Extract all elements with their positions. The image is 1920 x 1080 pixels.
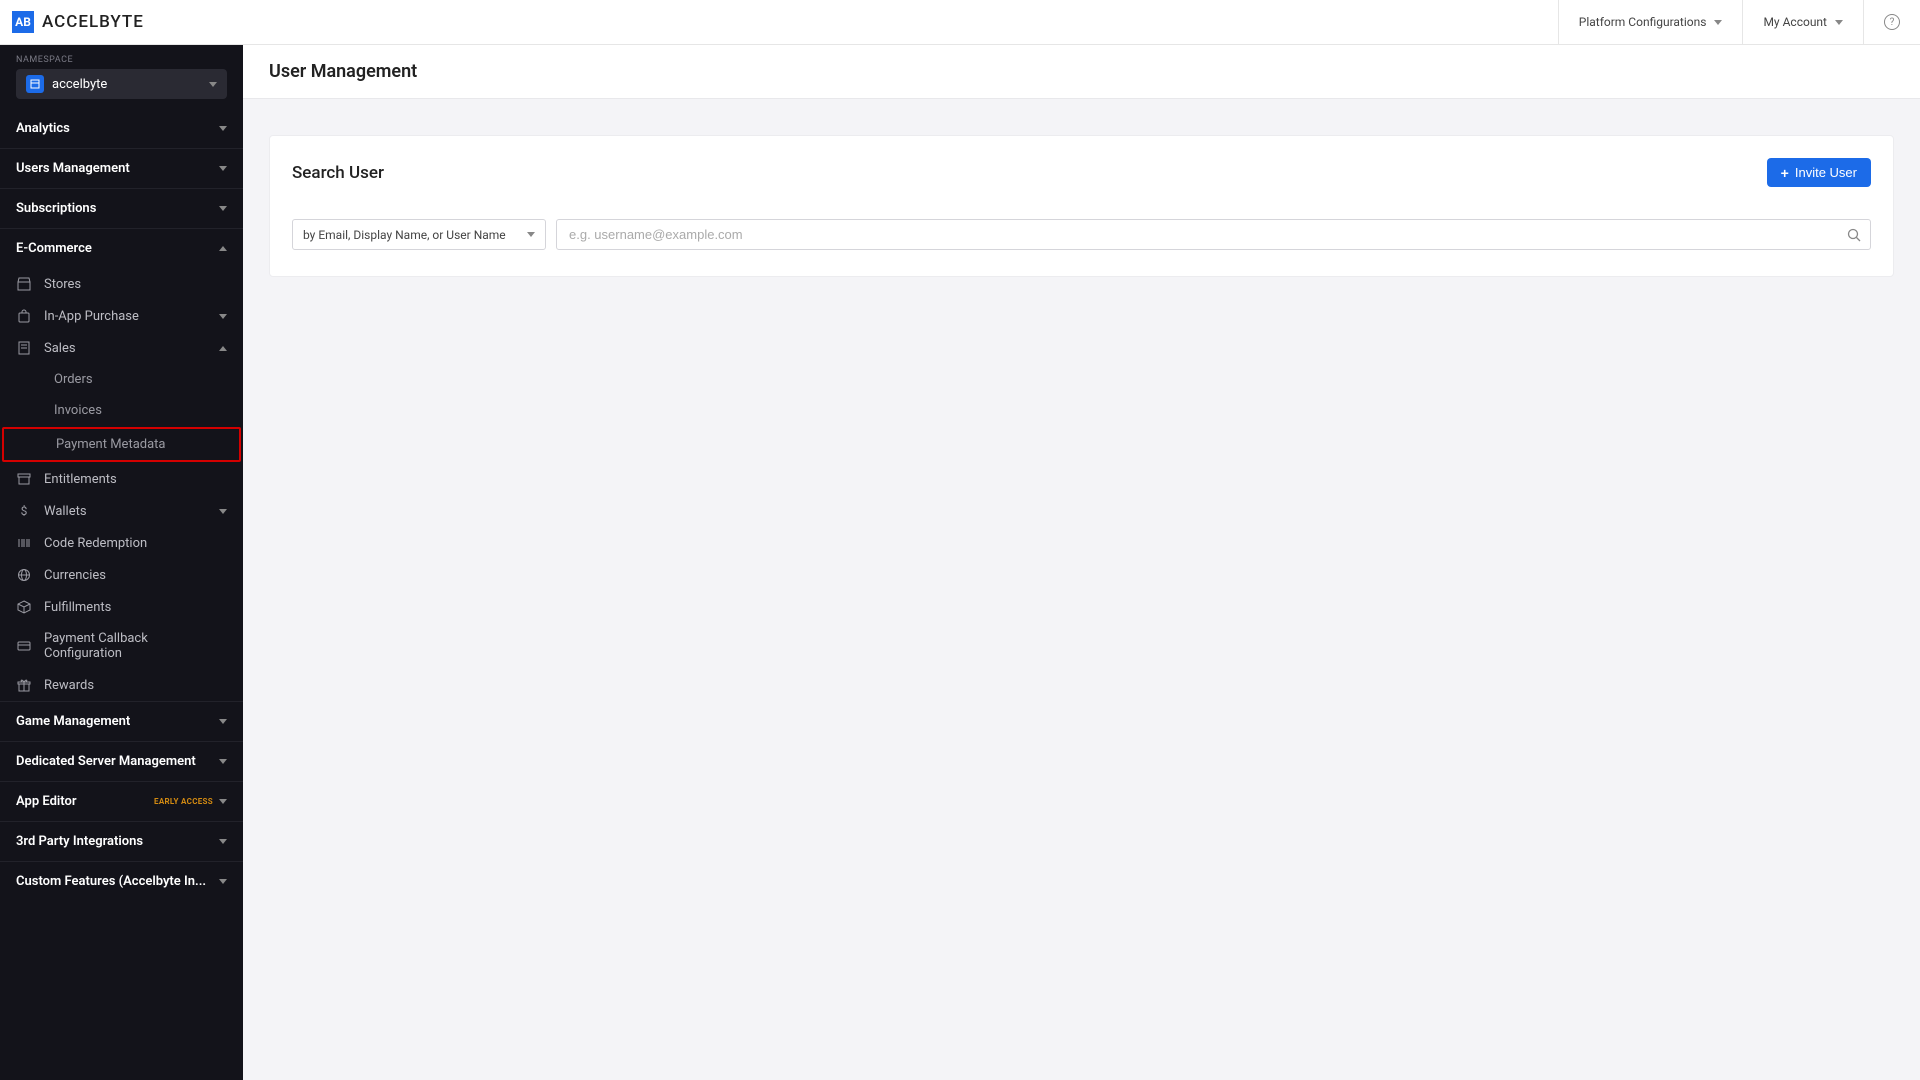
search-type-select[interactable]: by Email, Display Name, or User Name bbox=[292, 219, 546, 250]
sidebar-item-label: Sales bbox=[44, 341, 207, 356]
sidebar-item-sales[interactable]: Sales bbox=[0, 332, 243, 364]
globe-icon bbox=[16, 567, 32, 583]
namespace-icon bbox=[26, 75, 44, 93]
gift-icon bbox=[16, 677, 32, 693]
plus-icon: + bbox=[1781, 166, 1789, 180]
search-input[interactable] bbox=[556, 219, 1871, 250]
chevron-down-icon bbox=[219, 799, 227, 804]
store-icon bbox=[16, 276, 32, 292]
sidebar-item-rewards[interactable]: Rewards bbox=[0, 669, 243, 701]
main-content: User Management Search User + Invite Use… bbox=[243, 45, 1920, 1080]
sidebar-section-game-management[interactable]: Game Management bbox=[0, 701, 243, 741]
my-account-label: My Account bbox=[1763, 15, 1827, 29]
sidebar-item-stores[interactable]: Stores bbox=[0, 268, 243, 300]
chevron-down-icon bbox=[219, 759, 227, 764]
sidebar-section-analytics[interactable]: Analytics bbox=[0, 109, 243, 148]
brand-name: ACCELBYTE bbox=[42, 12, 144, 32]
namespace-value: accelbyte bbox=[52, 77, 201, 92]
card-title: Search User bbox=[292, 163, 1767, 183]
help-button[interactable]: ? bbox=[1863, 0, 1920, 44]
early-access-badge: EARLY ACCESS bbox=[154, 797, 213, 806]
sidebar-section-label: Users Management bbox=[16, 161, 219, 176]
namespace-heading: NAMESPACE bbox=[0, 45, 243, 69]
topbar: AB ACCELBYTE Platform Configurations My … bbox=[0, 0, 1920, 45]
sidebar-item-entitlements[interactable]: Entitlements bbox=[0, 463, 243, 495]
chevron-up-icon bbox=[219, 246, 227, 251]
sidebar-item-currencies[interactable]: Currencies bbox=[0, 559, 243, 591]
chevron-down-icon bbox=[1714, 20, 1722, 25]
sidebar-item-label: Payment Callback Configuration bbox=[44, 631, 227, 661]
platform-configurations-label: Platform Configurations bbox=[1579, 15, 1707, 29]
sidebar-item-label: Rewards bbox=[44, 678, 227, 693]
card-icon bbox=[16, 638, 32, 654]
page-title: User Management bbox=[243, 45, 1920, 99]
help-icon: ? bbox=[1884, 14, 1900, 30]
sidebar-section-dedicated-server[interactable]: Dedicated Server Management bbox=[0, 741, 243, 781]
svg-text:$: $ bbox=[21, 504, 28, 518]
sidebar-section-label: Subscriptions bbox=[16, 201, 219, 216]
sidebar-item-label: Code Redemption bbox=[44, 536, 227, 551]
bag-icon bbox=[16, 308, 32, 324]
archive-icon bbox=[16, 471, 32, 487]
sidebar-item-payment-callback[interactable]: Payment Callback Configuration bbox=[0, 623, 243, 669]
invite-user-label: Invite User bbox=[1795, 165, 1857, 180]
platform-configurations-menu[interactable]: Platform Configurations bbox=[1558, 0, 1743, 44]
sidebar-item-code-redemption[interactable]: Code Redemption bbox=[0, 527, 243, 559]
sidebar-subitem-orders[interactable]: Orders bbox=[0, 364, 243, 395]
chevron-down-icon bbox=[219, 719, 227, 724]
sidebar-section-label: Dedicated Server Management bbox=[16, 754, 219, 769]
chevron-down-icon bbox=[219, 879, 227, 884]
my-account-menu[interactable]: My Account bbox=[1742, 0, 1863, 44]
barcode-icon bbox=[16, 535, 32, 551]
sidebar-item-wallets[interactable]: $ Wallets bbox=[0, 495, 243, 527]
chevron-down-icon bbox=[1835, 20, 1843, 25]
sidebar-section-third-party[interactable]: 3rd Party Integrations bbox=[0, 821, 243, 861]
namespace-selector[interactable]: accelbyte bbox=[16, 69, 227, 99]
sidebar-section-subscriptions[interactable]: Subscriptions bbox=[0, 188, 243, 228]
sidebar-section-label: 3rd Party Integrations bbox=[16, 834, 219, 849]
sidebar-item-label: Wallets bbox=[44, 504, 207, 519]
invite-user-button[interactable]: + Invite User bbox=[1767, 158, 1871, 187]
search-icon[interactable] bbox=[1847, 228, 1861, 242]
chevron-down-icon bbox=[527, 232, 535, 237]
chevron-down-icon bbox=[219, 166, 227, 171]
search-user-card: Search User + Invite User by Email, Disp… bbox=[269, 135, 1894, 277]
sidebar-section-ecommerce[interactable]: E-Commerce bbox=[0, 228, 243, 268]
chevron-up-icon bbox=[219, 346, 227, 351]
sidebar-section-custom-features[interactable]: Custom Features (Accelbyte In... bbox=[0, 861, 243, 901]
chevron-down-icon bbox=[219, 126, 227, 131]
search-type-selected: by Email, Display Name, or User Name bbox=[303, 228, 527, 242]
document-icon bbox=[16, 340, 32, 356]
box-icon bbox=[16, 599, 32, 615]
sidebar-section-label: Analytics bbox=[16, 121, 219, 136]
sidebar-item-label: Stores bbox=[44, 277, 227, 292]
sidebar-item-label: In-App Purchase bbox=[44, 309, 207, 324]
sidebar-item-in-app-purchase[interactable]: In-App Purchase bbox=[0, 300, 243, 332]
sidebar-item-label: Entitlements bbox=[44, 472, 227, 487]
dollar-icon: $ bbox=[16, 503, 32, 519]
sidebar-subitem-payment-metadata[interactable]: Payment Metadata bbox=[2, 427, 241, 462]
sidebar-item-fulfillments[interactable]: Fulfillments bbox=[0, 591, 243, 623]
chevron-down-icon bbox=[219, 206, 227, 211]
brand-logo-icon: AB bbox=[12, 11, 34, 33]
sidebar-section-label: App Editor bbox=[16, 794, 154, 809]
sidebar-section-label: E-Commerce bbox=[16, 241, 219, 256]
sidebar-section-users-management[interactable]: Users Management bbox=[0, 148, 243, 188]
sidebar-item-label: Fulfillments bbox=[44, 600, 227, 615]
sidebar-section-label: Game Management bbox=[16, 714, 219, 729]
sidebar-section-app-editor[interactable]: App Editor EARLY ACCESS bbox=[0, 781, 243, 821]
sidebar-subitem-invoices[interactable]: Invoices bbox=[0, 395, 243, 426]
chevron-down-icon bbox=[219, 314, 227, 319]
chevron-down-icon bbox=[219, 839, 227, 844]
brand[interactable]: AB ACCELBYTE bbox=[0, 11, 144, 33]
chevron-down-icon bbox=[219, 509, 227, 514]
sidebar: NAMESPACE accelbyte Analytics Users Mana… bbox=[0, 45, 243, 1080]
sidebar-section-label: Custom Features (Accelbyte In... bbox=[16, 874, 219, 889]
sidebar-item-label: Currencies bbox=[44, 568, 227, 583]
chevron-down-icon bbox=[209, 82, 217, 87]
